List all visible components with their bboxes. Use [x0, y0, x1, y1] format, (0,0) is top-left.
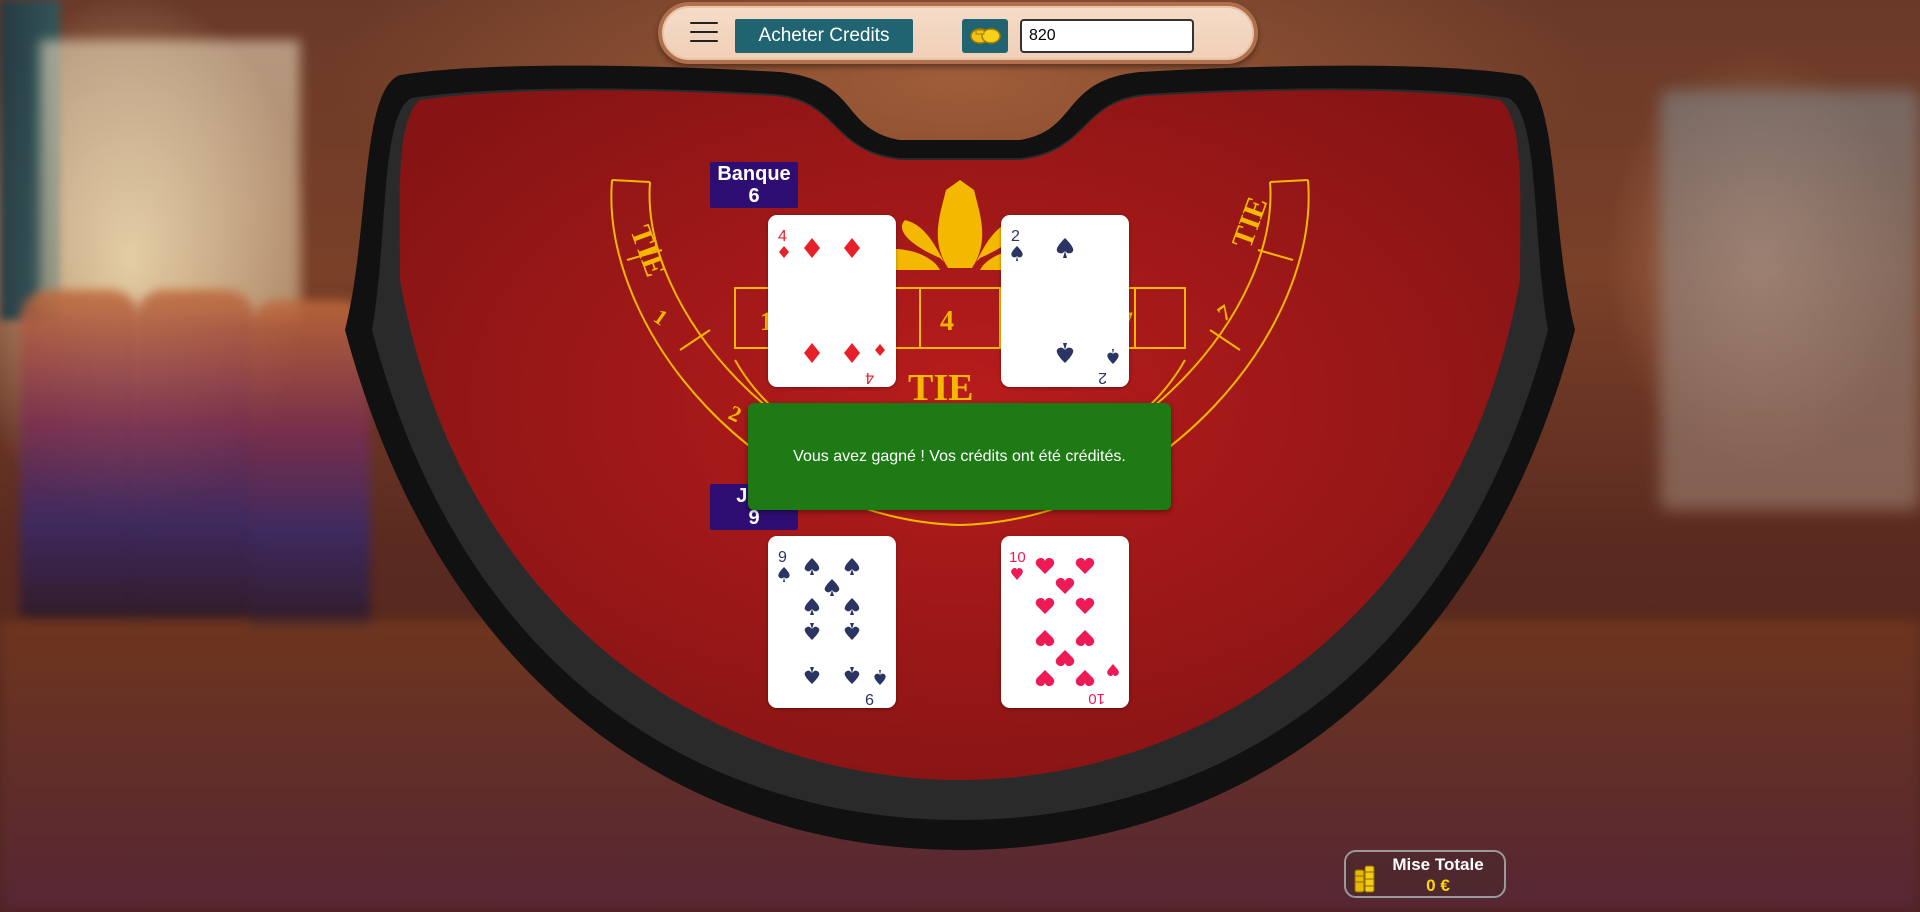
- buy-credits-button[interactable]: Acheter Credits: [735, 19, 913, 53]
- bet-number-4: 4: [940, 306, 954, 337]
- heart-pips: [1035, 558, 1095, 686]
- spade-pip: [804, 623, 820, 640]
- spade-pip: [804, 558, 820, 575]
- chip-stack-icon: [1354, 865, 1375, 893]
- total-bet-panel: Mise Totale 0 €: [1344, 850, 1506, 898]
- four-of-diamonds-card: 4 4: [778, 228, 885, 386]
- coins-icon[interactable]: [962, 19, 1008, 53]
- spade-pip: [804, 598, 820, 615]
- diamond-suit-icon: [875, 344, 885, 356]
- two-of-spades-card: 2 2: [1011, 228, 1119, 386]
- heart-suit-icon: [1011, 568, 1023, 580]
- spade-pip: [844, 667, 860, 684]
- spade-pip: [804, 667, 820, 684]
- diamond-pip: [844, 238, 860, 258]
- spade-suit-icon: [1011, 246, 1023, 261]
- card-rank: 4: [865, 369, 874, 386]
- diamond-pip: [804, 343, 820, 363]
- diamond-pip: [804, 238, 820, 258]
- spade-pip: [824, 579, 840, 596]
- spade-suit-icon: [874, 670, 886, 685]
- win-notification-message: Vous avez gagné ! Vos crédits ont été cr…: [793, 447, 1126, 465]
- card-rank: 4: [778, 228, 787, 245]
- card-rank: 10: [1009, 549, 1026, 566]
- spade-pip: [1056, 343, 1074, 363]
- spade-pip: [1056, 238, 1074, 258]
- spade-suit-icon: [778, 567, 790, 582]
- credits-field[interactable]: [1020, 19, 1194, 53]
- card-rank: 9: [865, 690, 874, 707]
- spade-pip: [844, 623, 860, 640]
- nine-of-spades-card: 9 9: [778, 549, 886, 707]
- bank-label-text: Banque: [717, 163, 791, 185]
- heart-suit-icon: [1107, 664, 1119, 676]
- total-bet-amount: 0 €: [1426, 876, 1450, 895]
- top-bar: Acheter Credits: [658, 2, 1258, 64]
- player-score: 9: [748, 507, 760, 529]
- win-notification: Vous avez gagné ! Vos crédits ont été cr…: [748, 403, 1171, 510]
- spade-suit-icon: [1107, 349, 1119, 364]
- player-card-2: 10 10: [1001, 536, 1129, 708]
- card-rank: 10: [1088, 690, 1105, 707]
- total-bet-title: Mise Totale: [1392, 855, 1484, 874]
- player-card-1: 9 9: [768, 536, 896, 708]
- card-rank: 2: [1011, 228, 1020, 245]
- ten-of-hearts-card: 10 10: [1009, 549, 1119, 707]
- diamond-suit-icon: [779, 246, 789, 258]
- bank-card-1: 4 4: [768, 215, 896, 387]
- bank-score: 6: [748, 185, 760, 207]
- hamburger-menu-icon[interactable]: [690, 22, 718, 44]
- card-rank: 2: [1098, 369, 1107, 386]
- spade-pip: [844, 598, 860, 615]
- bank-label: Banque 6: [710, 162, 798, 208]
- spade-pip: [844, 558, 860, 575]
- card-rank: 9: [778, 549, 787, 566]
- bank-card-2: 2 2: [1001, 215, 1129, 387]
- diamond-pip: [844, 343, 860, 363]
